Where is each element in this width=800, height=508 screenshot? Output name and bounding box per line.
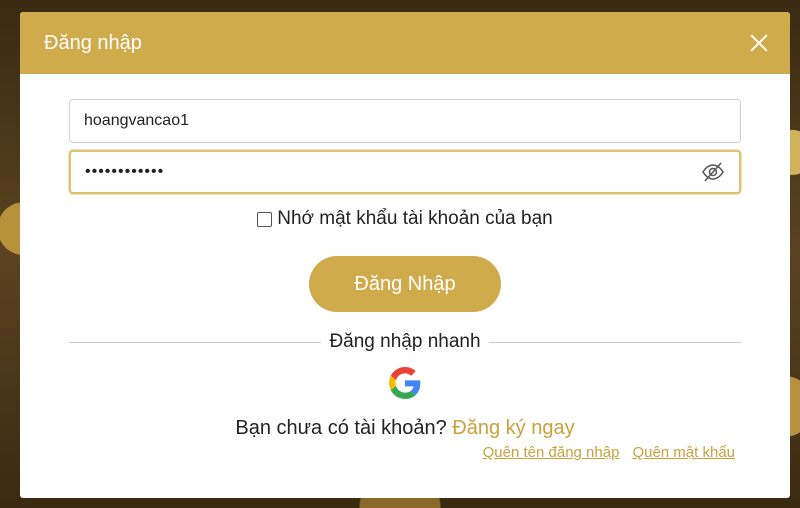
- password-field[interactable]: [69, 150, 741, 194]
- password-input[interactable]: [85, 163, 701, 181]
- signup-row: Bạn chưa có tài khoản? Đăng ký ngay: [20, 417, 790, 440]
- modal-title: Đăng nhập: [44, 31, 142, 54]
- username-input[interactable]: [84, 112, 726, 130]
- divider-line-left: [69, 341, 322, 343]
- forgot-username-link[interactable]: Quên tên đăng nhập: [483, 444, 620, 461]
- username-field[interactable]: [69, 99, 741, 143]
- eye-off-icon[interactable]: [701, 160, 725, 184]
- login-modal: Đăng nhập Nhớ mật khẩu tài khoản của bạn…: [20, 12, 790, 498]
- close-icon[interactable]: [748, 32, 770, 54]
- help-links: Quên tên đăng nhập Quên mật khẩu: [483, 444, 735, 461]
- quick-login-label: Đăng nhập nhanh: [329, 331, 481, 352]
- forgot-password-link[interactable]: Quên mật khẩu: [632, 444, 735, 461]
- quick-login-divider: Đăng nhập nhanh: [69, 330, 741, 354]
- remember-row[interactable]: Nhớ mật khẩu tài khoản của bạn: [20, 208, 790, 230]
- signup-link[interactable]: Đăng ký ngay: [452, 417, 574, 439]
- divider-line-right: [488, 341, 741, 343]
- remember-checkbox[interactable]: [257, 211, 273, 227]
- signup-prompt: Bạn chưa có tài khoản?: [235, 417, 447, 439]
- modal-header: Đăng nhập: [20, 12, 790, 74]
- remember-label[interactable]: Nhớ mật khẩu tài khoản của bạn: [277, 208, 552, 230]
- login-button[interactable]: Đăng Nhập: [309, 256, 501, 312]
- google-icon[interactable]: [389, 367, 421, 399]
